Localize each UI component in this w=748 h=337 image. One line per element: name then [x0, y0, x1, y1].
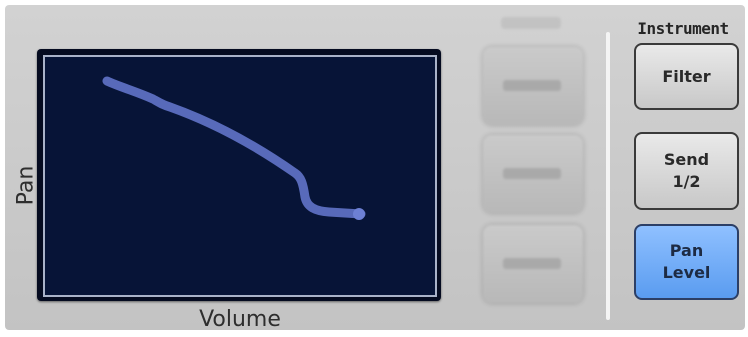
blurred-section-label — [501, 17, 561, 29]
send-1-2-button[interactable]: Send 1/2 — [634, 132, 739, 210]
xy-pad[interactable] — [43, 55, 437, 297]
xy-pad-trail-canvas — [102, 76, 366, 220]
instrument-section-label: Instrument — [637, 19, 729, 38]
pan-level-button[interactable]: Pan Level — [634, 224, 739, 300]
blurred-button-3[interactable] — [483, 225, 583, 303]
divider — [606, 32, 610, 320]
blurred-button-2[interactable] — [483, 135, 583, 213]
filter-button[interactable]: Filter — [634, 43, 739, 110]
blurred-button-1[interactable] — [483, 47, 583, 125]
xy-pad-frame — [37, 49, 441, 301]
y-axis-label-text: Pan — [13, 165, 39, 205]
xy-pad-cursor[interactable] — [353, 208, 365, 220]
y-axis-label: Pan — [13, 155, 39, 215]
xy-pad-trail — [102, 76, 366, 219]
x-axis-label: Volume — [199, 307, 281, 332]
control-panel: Pan Volume Instrument Filter Send 1/2 Pa… — [5, 5, 745, 332]
